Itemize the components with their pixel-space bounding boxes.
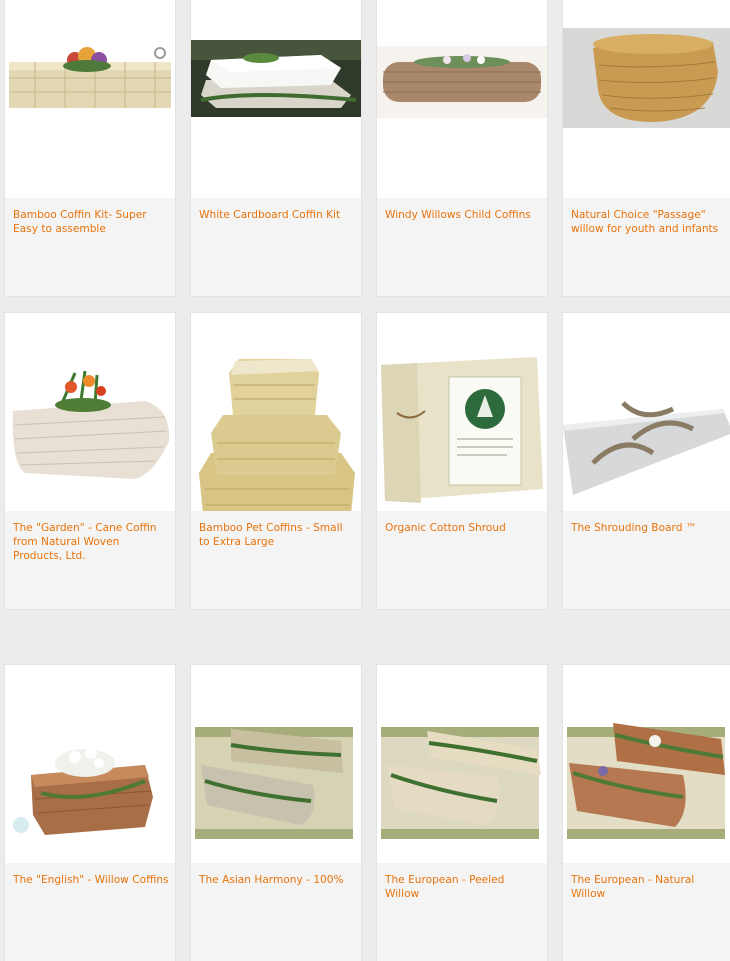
shrouding-board-image[interactable]: [563, 313, 730, 511]
product-card[interactable]: White Cardboard Coffin Kit: [191, 0, 361, 296]
product-title[interactable]: Natural Choice "Passage" willow for yout…: [571, 208, 727, 236]
european-peeled-willow-image[interactable]: [377, 665, 547, 863]
product-card[interactable]: Windy Willows Child Coffins: [377, 0, 547, 296]
product-card[interactable]: The European - Peeled Willow: [377, 665, 547, 961]
product-title[interactable]: The Asian Harmony - 100%: [199, 873, 355, 887]
product-card[interactable]: Bamboo Pet Coffins - Small to Extra Larg…: [191, 313, 361, 609]
product-title[interactable]: The "English" - Willow Coffins: [13, 873, 169, 887]
white-cardboard-coffin-image[interactable]: [191, 0, 361, 198]
product-card[interactable]: The Asian Harmony - 100%: [191, 665, 361, 961]
bamboo-pet-coffins-image[interactable]: [191, 313, 361, 511]
product-card[interactable]: The Shrouding Board ™: [563, 313, 730, 609]
product-card[interactable]: The "Garden" - Cane Coffin from Natural …: [5, 313, 175, 609]
product-card[interactable]: Natural Choice "Passage" willow for yout…: [563, 0, 730, 296]
passage-willow-basket-image[interactable]: [563, 0, 730, 198]
product-card[interactable]: Organic Cotton Shroud: [377, 313, 547, 609]
english-willow-coffin-image[interactable]: [5, 665, 175, 863]
product-title[interactable]: Bamboo Pet Coffins - Small to Extra Larg…: [199, 521, 355, 549]
product-title[interactable]: The "Garden" - Cane Coffin from Natural …: [13, 521, 169, 563]
product-card[interactable]: The European - Natural Willow: [563, 665, 730, 961]
product-title[interactable]: The Shrouding Board ™: [571, 521, 727, 535]
product-title[interactable]: The European - Natural Willow: [571, 873, 727, 901]
bamboo-coffin-kit-image[interactable]: [5, 0, 175, 198]
product-title[interactable]: Windy Willows Child Coffins: [385, 208, 541, 222]
product-title[interactable]: White Cardboard Coffin Kit: [199, 208, 355, 222]
product-card[interactable]: Bamboo Coffin Kit- Super Easy to assembl…: [5, 0, 175, 296]
product-title[interactable]: The European - Peeled Willow: [385, 873, 541, 901]
product-title[interactable]: Bamboo Coffin Kit- Super Easy to assembl…: [13, 208, 169, 236]
asian-harmony-coffins-image[interactable]: [191, 665, 361, 863]
product-card[interactable]: The "English" - Willow Coffins: [5, 665, 175, 961]
willow-child-coffin-image[interactable]: [377, 0, 547, 198]
organic-cotton-shroud-image[interactable]: [377, 313, 547, 511]
product-title[interactable]: Organic Cotton Shroud: [385, 521, 541, 535]
garden-cane-coffin-image[interactable]: [5, 313, 175, 511]
european-natural-willow-image[interactable]: [563, 665, 730, 863]
